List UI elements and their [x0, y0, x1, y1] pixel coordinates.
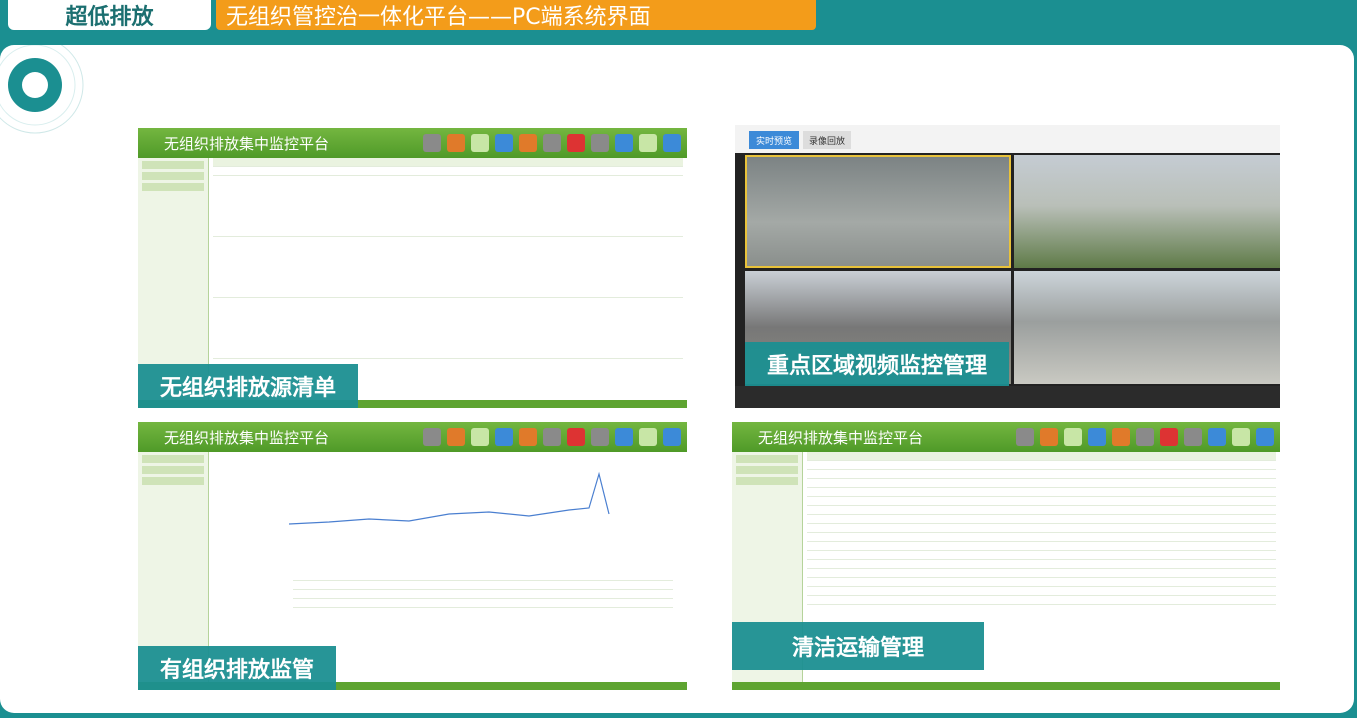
toolbar-icon[interactable] — [639, 428, 657, 446]
app-header: 无组织排放集中监控平台 — [138, 128, 687, 158]
category-tag: 超低排放 — [8, 0, 211, 30]
camera-view[interactable] — [1014, 271, 1280, 384]
toolbar-icon[interactable] — [1256, 428, 1274, 446]
app-toolbar — [423, 428, 681, 446]
toolbar-icon[interactable] — [639, 134, 657, 152]
toolbar-icon[interactable] — [1184, 428, 1202, 446]
toolbar-icon[interactable] — [447, 428, 465, 446]
screen-video: 实时预览 录像回放 重点区域视频监控管理 — [735, 125, 1280, 408]
toolbar-icon[interactable] — [1088, 428, 1106, 446]
screen-organized: 无组织排放集中监控平台 有组织排放监管 — [138, 422, 687, 690]
screen-transport: 无组织排放集中监控平台 清洁运输管理 — [732, 422, 1280, 690]
toolbar-icon[interactable] — [1016, 428, 1034, 446]
toolbar-icon[interactable] — [591, 134, 609, 152]
app-toolbar — [423, 134, 681, 152]
toolbar-icon[interactable] — [543, 134, 561, 152]
toolbar-icon[interactable] — [567, 134, 585, 152]
toolbar-icon[interactable] — [543, 428, 561, 446]
toolbar-icon[interactable] — [471, 134, 489, 152]
toolbar-icon[interactable] — [471, 428, 489, 446]
tab-live[interactable]: 实时预览 — [749, 131, 799, 149]
toolbar-icon[interactable] — [1208, 428, 1226, 446]
app-header: 无组织排放集中监控平台 — [732, 422, 1280, 452]
toolbar-icon[interactable] — [615, 428, 633, 446]
app-header: 无组织排放集中监控平台 — [138, 422, 687, 452]
toolbar-icon[interactable] — [423, 134, 441, 152]
toolbar-icon[interactable] — [567, 428, 585, 446]
caption-transport: 清洁运输管理 — [732, 622, 985, 670]
caption-organized: 有组织排放监管 — [138, 646, 337, 690]
app-toolbar — [1016, 428, 1274, 446]
toolbar-icon[interactable] — [663, 428, 681, 446]
toolbar-icon[interactable] — [423, 428, 441, 446]
tab-playback[interactable]: 录像回放 — [803, 131, 851, 149]
toolbar-icon[interactable] — [1112, 428, 1130, 446]
app-title: 无组织排放集中监控平台 — [164, 428, 330, 447]
toolbar-icon[interactable] — [1136, 428, 1154, 446]
toolbar-icon[interactable] — [1160, 428, 1178, 446]
app-title: 无组织排放集中监控平台 — [758, 428, 924, 447]
toolbar-icon[interactable] — [495, 134, 513, 152]
toolbar-icon[interactable] — [519, 134, 537, 152]
toolbar-icon[interactable] — [615, 134, 633, 152]
toolbar-icon[interactable] — [447, 134, 465, 152]
caption-video: 重点区域视频监控管理 — [745, 342, 1010, 386]
toolbar-icon[interactable] — [591, 428, 609, 446]
toolbar-icon[interactable] — [519, 428, 537, 446]
camera-view[interactable] — [1014, 155, 1280, 268]
trend-chart — [289, 471, 610, 525]
toolbar-icon[interactable] — [663, 134, 681, 152]
caption-inventory: 无组织排放源清单 — [138, 364, 359, 408]
toolbar-icon[interactable] — [1232, 428, 1250, 446]
page-title: 无组织管控治一体化平台——PC端系统界面 — [216, 0, 816, 30]
screen-inventory: 无组织排放集中监控平台 无组织排放源清单 — [138, 128, 687, 408]
toolbar-icon[interactable] — [495, 428, 513, 446]
camera-view[interactable] — [745, 155, 1011, 268]
video-tabs: 实时预览 录像回放 — [735, 125, 1280, 153]
ring-logo-icon — [0, 45, 84, 134]
toolbar-icon[interactable] — [1064, 428, 1082, 446]
content-panel: 无组织排放集中监控平台 无组织排放源清单 实时预览 录像回放 重点区域视频监控管… — [0, 45, 1354, 713]
app-title: 无组织排放集中监控平台 — [164, 134, 330, 153]
toolbar-icon[interactable] — [1040, 428, 1058, 446]
